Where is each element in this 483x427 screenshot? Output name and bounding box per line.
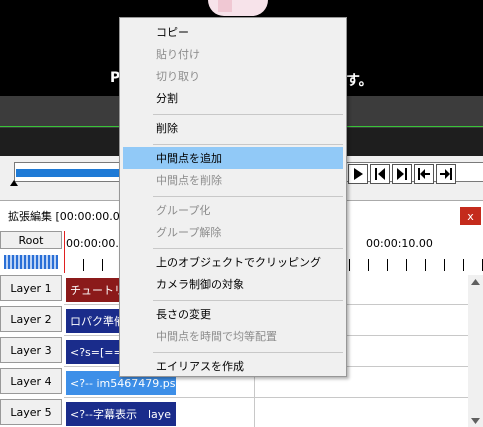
layer-header-4[interactable]: Layer 4 [0,368,62,394]
scroll-up-icon[interactable] [471,279,480,285]
scroll-down-icon[interactable] [471,418,480,424]
menu-item-paste[interactable]: 貼り付け [123,43,343,65]
layer-header-5[interactable]: Layer 5 [0,399,62,425]
play-button[interactable] [348,164,368,184]
playhead-marker[interactable] [64,231,65,273]
menu-item-ungroup[interactable]: グループ解除 [123,221,343,243]
menu-item-add-midpoint[interactable]: 中間点を追加 [123,147,343,169]
go-to-start-button[interactable] [414,164,434,184]
menu-item-delete-midpoint[interactable]: 中間点を削除 [123,169,343,191]
menu-item-group[interactable]: グループ化 [123,199,343,221]
track-divider [64,397,468,398]
layer-header-column: Layer 1 Layer 2 Layer 3 Layer 4 Layer 5 [0,275,64,427]
menu-item-copy[interactable]: コピー [123,21,343,43]
menu-item-distribute-midpoints[interactable]: 中間点を時間で均等配置 [123,325,343,347]
menu-separator [153,300,343,301]
menu-item-create-alias[interactable]: エイリアスを作成 [123,355,343,377]
next-frame-icon [397,168,407,180]
clip-layer-1[interactable]: チュートリア [66,278,122,302]
clip-layer-5[interactable]: <?--字幕表示 laye [66,402,176,426]
root-button[interactable]: Root [0,231,62,249]
transport-buttons [348,164,456,184]
character-hair [218,0,232,12]
close-button[interactable]: x [460,207,481,225]
menu-separator [153,114,343,115]
go-to-end-button[interactable] [436,164,456,184]
prev-frame-icon [375,168,385,180]
edit-window-title: 拡張編集 [00:00:00.00 [8,210,127,223]
go-to-end-icon [440,168,452,180]
clip-layer-2[interactable]: ロパク準備 [66,309,122,333]
menu-item-delete[interactable]: 削除 [123,117,343,139]
character-image [208,0,268,16]
menu-item-split[interactable]: 分割 [123,87,343,109]
menu-separator [153,144,343,145]
context-menu: コピー 貼り付け 切り取り 分割 削除 中間点を追加 中間点を削除 グループ化 … [119,17,347,377]
layer-header-2[interactable]: Layer 2 [0,306,62,332]
seek-fill [16,169,126,177]
menu-item-cut[interactable]: 切り取り [123,65,343,87]
vertical-scrollbar[interactable] [468,275,483,427]
close-icon: x [467,209,474,223]
play-icon [354,168,363,180]
menu-item-change-length[interactable]: 長さの変更 [123,303,343,325]
prev-frame-button[interactable] [370,164,390,184]
ruler-time-mid: 00:00:10.00 [366,237,433,250]
preview-subtitle-right: す。 [346,73,373,89]
menu-separator [153,248,343,249]
go-to-start-icon [418,168,430,180]
menu-item-clip-above[interactable]: 上のオブジェクトでクリッピング [123,251,343,273]
menu-item-camera-target[interactable]: カメラ制御の対象 [123,273,343,295]
menu-separator [153,352,343,353]
menu-separator [153,196,343,197]
next-frame-button[interactable] [392,164,412,184]
zoom-slider[interactable] [4,255,58,269]
layer-header-3[interactable]: Layer 3 [0,337,62,363]
clip-layer-3[interactable]: <?s=[==[ [66,340,122,364]
layer-header-1[interactable]: Layer 1 [0,275,62,301]
